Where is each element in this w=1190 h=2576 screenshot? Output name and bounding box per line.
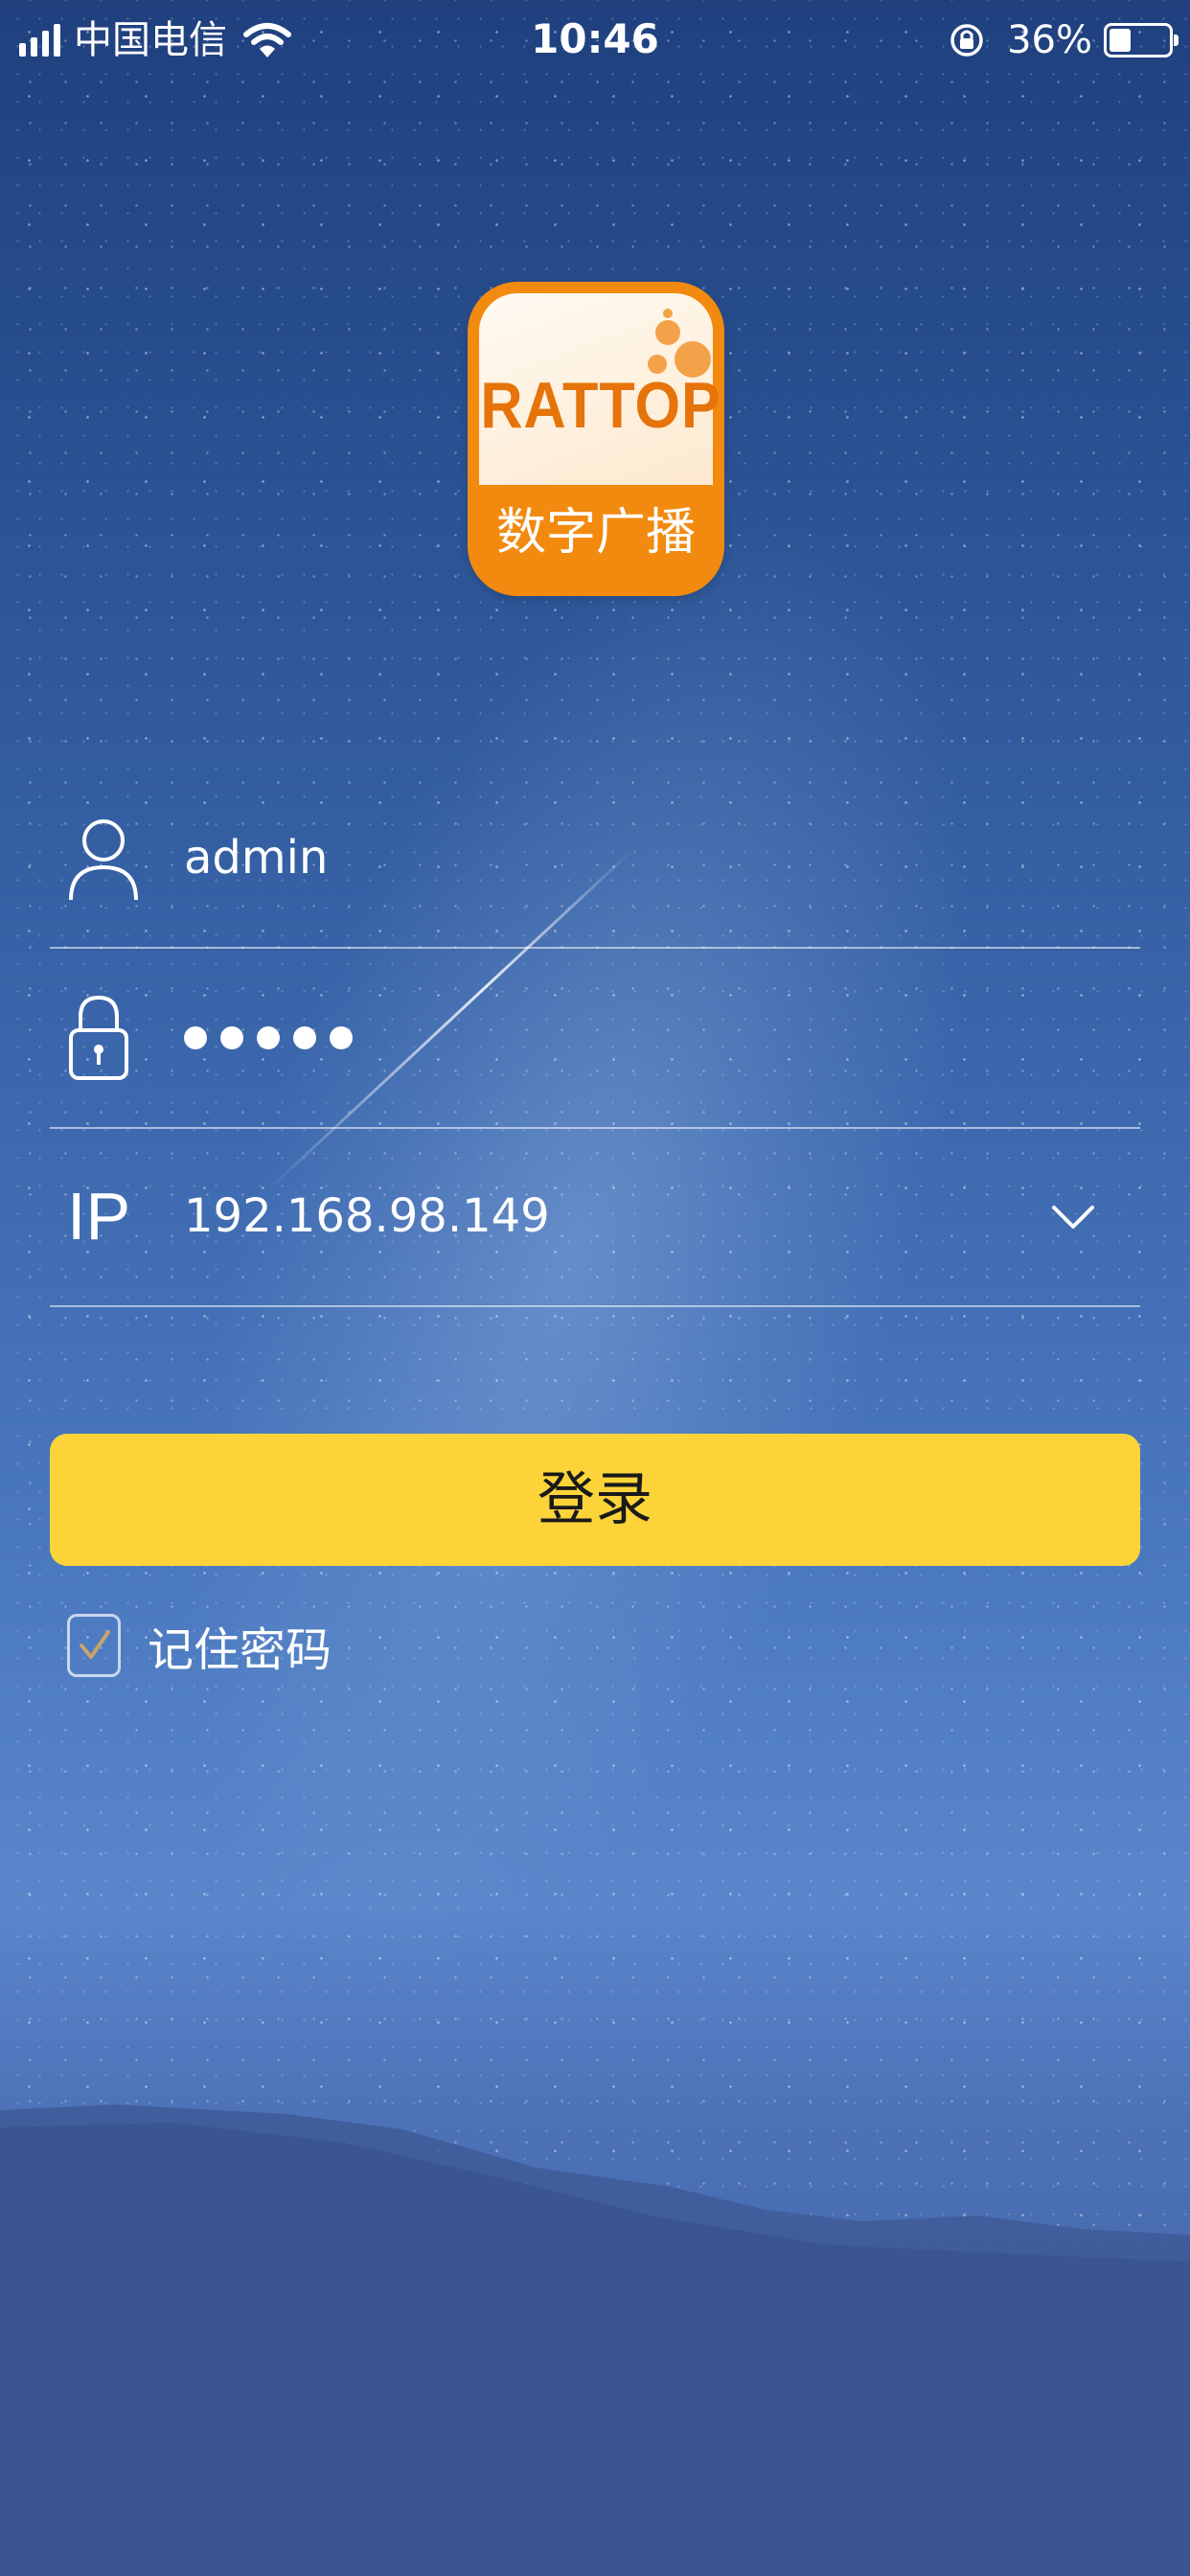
ip-field[interactable]: IP 192.168.98.149 bbox=[50, 1127, 1140, 1307]
password-dot bbox=[257, 1026, 280, 1049]
ip-label: IP bbox=[67, 1179, 131, 1254]
login-button[interactable]: 登录 bbox=[50, 1434, 1140, 1566]
chevron-down-icon[interactable] bbox=[1050, 1202, 1096, 1230]
username-value[interactable]: admin bbox=[184, 829, 328, 886]
rotation-lock-icon bbox=[950, 24, 983, 57]
user-icon bbox=[69, 819, 138, 901]
password-dot bbox=[184, 1026, 207, 1049]
status-right: 36% bbox=[948, 17, 1179, 63]
password-dot bbox=[330, 1026, 353, 1049]
ip-value[interactable]: 192.168.98.149 bbox=[184, 1187, 550, 1245]
remember-label: 记住密码 bbox=[148, 1623, 332, 1677]
remember-password[interactable]: 记住密码 bbox=[67, 1612, 332, 1679]
lock-icon bbox=[69, 995, 128, 1080]
logo-subtitle: 数字广播 bbox=[495, 504, 696, 562]
password-field[interactable] bbox=[50, 949, 1140, 1129]
status-bar: 中国电信 10:46 36% bbox=[0, 0, 1190, 86]
checkmark-icon bbox=[80, 1630, 110, 1659]
battery-fill bbox=[1110, 29, 1131, 52]
username-field[interactable]: admin bbox=[50, 769, 1140, 949]
password-dot bbox=[220, 1026, 243, 1049]
remember-checkbox[interactable] bbox=[67, 1614, 121, 1677]
password-masked-value[interactable] bbox=[184, 1009, 353, 1067]
app-logo: RATTOP 数字广播 bbox=[468, 282, 724, 596]
logo-brand-text: RATTOP bbox=[480, 369, 721, 442]
battery-icon bbox=[1104, 23, 1179, 58]
battery-percent: 36% bbox=[1007, 18, 1092, 62]
password-dot bbox=[293, 1026, 316, 1049]
